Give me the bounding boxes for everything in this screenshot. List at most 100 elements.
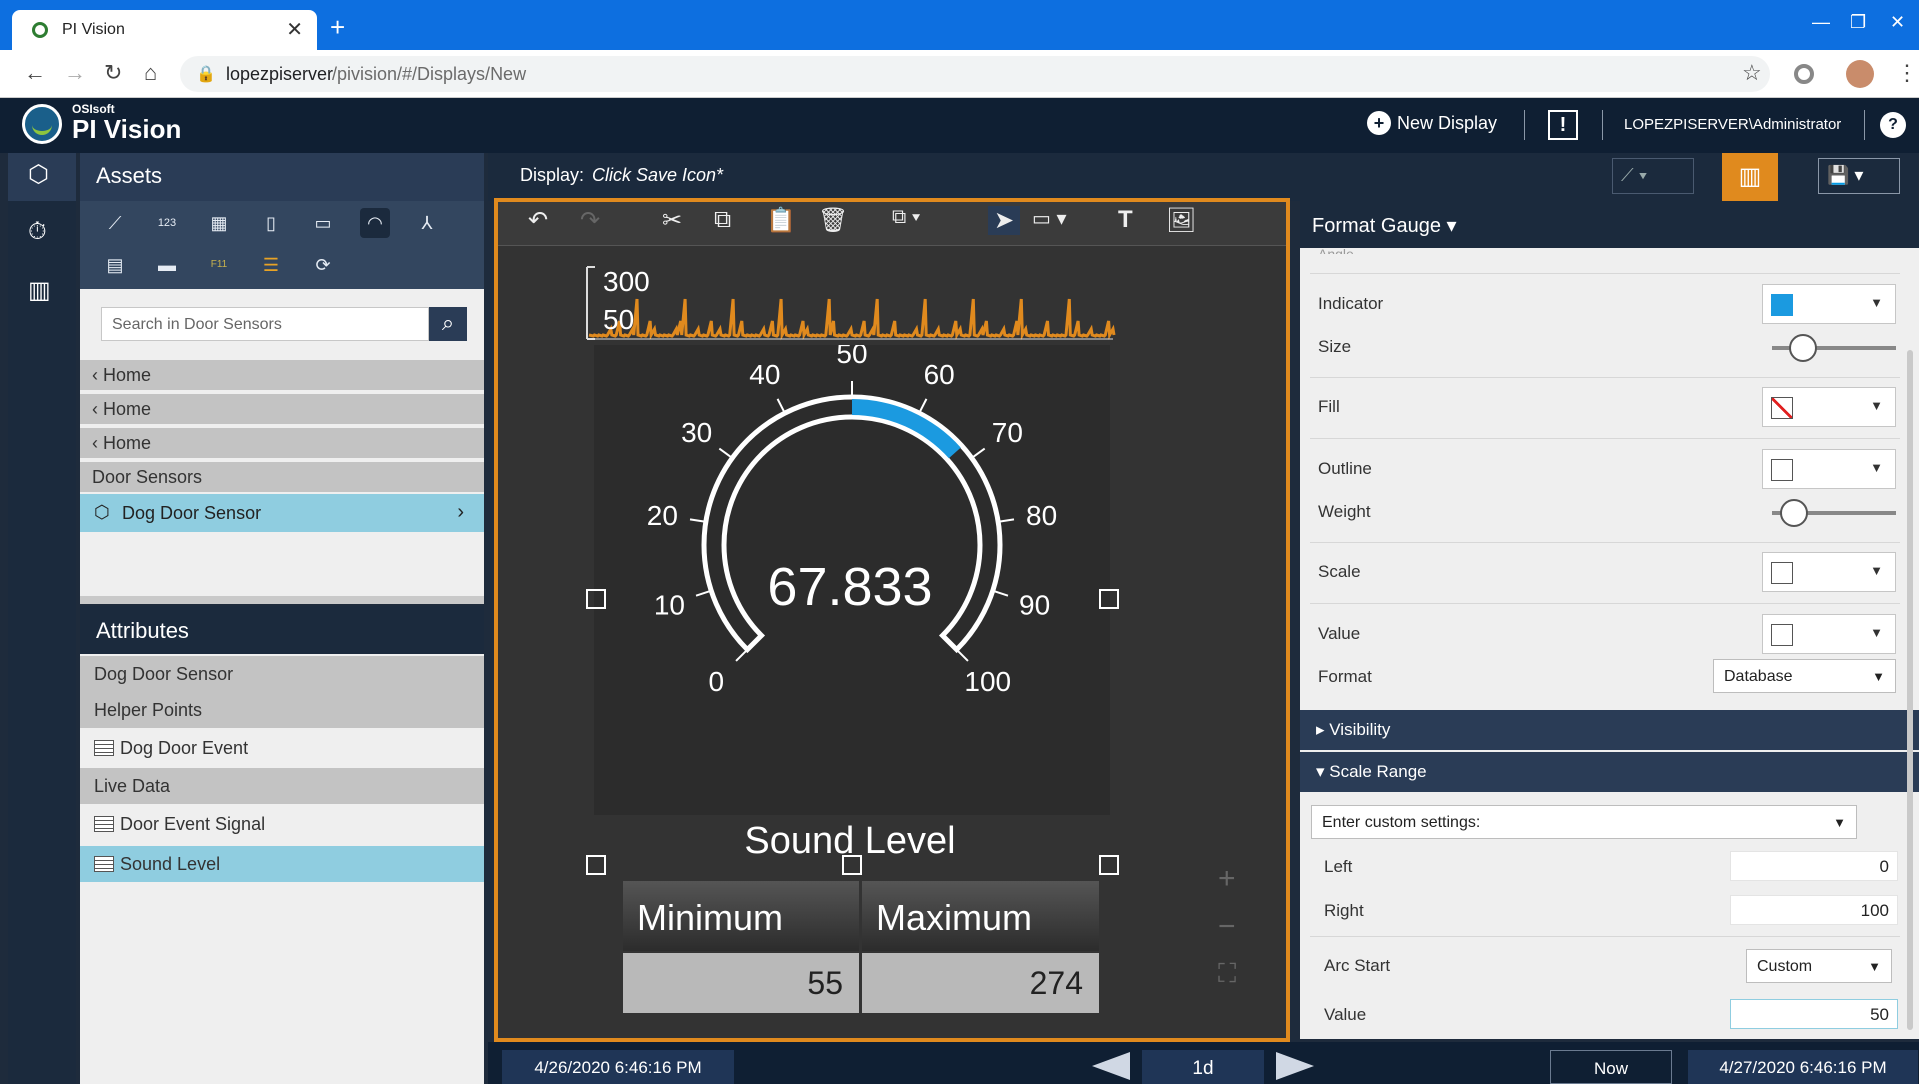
vertical-gauge-icon[interactable]: ▯ [256,208,286,238]
scale-range-select[interactable]: Enter custom settings: ▼ [1311,805,1857,839]
search-icon[interactable]: ⌕ [429,307,467,341]
multistate-icon[interactable]: ▬ [152,250,182,280]
chevron-right-icon[interactable]: › [457,501,464,524]
cut-icon[interactable]: ✂ [662,206,682,235]
fit-screen-icon[interactable]: ⛶ [1218,958,1236,990]
xy-plot-icon[interactable]: ⅄ [412,208,442,238]
right-input[interactable]: 100 [1730,895,1898,925]
radial-gauge-icon[interactable]: ◠ [360,208,390,238]
minimize-icon[interactable]: — [1812,12,1830,33]
nav-home-2[interactable]: ‹ Home [80,394,484,426]
editor-toggle-icon[interactable]: ▥ [1722,153,1778,201]
resize-handle[interactable] [586,855,606,875]
attr-sound-level[interactable]: Sound Level [80,846,484,882]
zoom-out-icon[interactable]: − [1218,910,1236,944]
value-color-picker[interactable]: ▼ [1762,614,1896,654]
table-header-minimum[interactable]: Minimum [623,881,859,951]
asset-dog-door-sensor[interactable]: ⬡ Dog Door Sensor › [80,494,484,532]
arc-start-select[interactable]: Custom ▼ [1746,949,1892,983]
browser-tab[interactable]: PI Vision ✕ [12,10,317,50]
resize-handle[interactable] [586,589,606,609]
back-icon[interactable]: ← [24,60,46,86]
asset-search-input[interactable]: Search in Door Sensors [101,307,429,341]
scale-range-section[interactable]: ▾ Scale Range [1300,752,1919,792]
bookmark-star-icon[interactable]: ☆ [1742,60,1762,86]
home-icon[interactable]: ⌂ [144,60,157,86]
chevron-down-icon: ▼ [1833,815,1846,830]
event-alert-icon[interactable]: ! [1548,110,1578,140]
table-header-maximum[interactable]: Maximum [862,881,1099,951]
resize-handle[interactable] [1099,589,1119,609]
format-panel-header[interactable]: Format Gauge ▾ [1300,201,1919,248]
new-tab-button[interactable]: + [330,12,345,43]
close-tab-icon[interactable]: ✕ [286,17,303,42]
paste-icon[interactable]: 📋 [766,206,796,235]
copy-icon[interactable]: ⧉ [714,206,731,234]
cube-icon[interactable]: ⬡ [28,160,49,189]
display-name[interactable]: Click Save Icon* [592,165,723,186]
zoom-in-icon[interactable]: + [1218,862,1236,896]
left-input[interactable]: 0 [1730,851,1898,881]
trend-dropdown[interactable]: ⟋ ▾ [1612,158,1694,194]
profile-avatar[interactable] [1846,60,1874,88]
delete-icon[interactable]: 🗑 [818,206,848,235]
no-fill-icon [1771,397,1793,419]
resize-handle[interactable] [842,855,862,875]
scale-color-picker[interactable]: ▼ [1762,552,1896,592]
library-icon[interactable]: ▥ [28,276,51,305]
shape-dropdown[interactable]: ▭ ▾ [1032,206,1067,231]
refresh-icon[interactable]: ⟳ [308,250,338,280]
time-forward-arrow-icon[interactable] [1276,1052,1314,1080]
asset-comparison-icon[interactable]: ▤ [100,250,130,280]
osisoft-logo-icon[interactable] [22,104,62,144]
attr-door-event-signal[interactable]: Door Event Signal [80,806,484,842]
attr-group-helper-points[interactable]: Helper Points [80,692,484,728]
browser-menu-icon[interactable]: ⋮ [1896,60,1918,86]
format-select[interactable]: Database ▼ [1713,659,1896,693]
splitter[interactable] [80,596,484,604]
gauge-tick-label: 0 [708,666,724,697]
outline-color-picker[interactable]: ▼ [1762,449,1896,489]
forward-icon[interactable]: → [64,60,86,86]
duration-input[interactable]: 1d [1142,1050,1264,1084]
color-bars-icon[interactable]: ☰ [256,250,286,280]
user-name[interactable]: LOPEZPISERVER\Administrator [1624,116,1841,133]
arc-value-input[interactable]: 50 [1730,999,1898,1029]
undo-icon[interactable]: ↶ [528,206,548,235]
help-icon[interactable]: ? [1880,112,1906,138]
time-back-arrow-icon[interactable] [1092,1052,1130,1080]
now-button[interactable]: Now [1550,1050,1672,1084]
new-display-button[interactable]: + New Display [1367,111,1497,139]
image-tool-icon[interactable]: 🖼 [1166,206,1196,235]
event-clock-icon[interactable]: ⏱ [28,218,47,246]
select-arrow-icon[interactable]: ➤ [988,206,1021,235]
arrange-dropdown[interactable]: ⧉ ▾ [892,206,920,229]
value-symbol-icon[interactable]: 123 [152,208,182,238]
nav-home-3[interactable]: ‹ Home [80,428,484,460]
start-time-input[interactable]: 4/26/2020 6:46:16 PM [502,1050,734,1084]
attr-group-dog-door-sensor[interactable]: Dog Door Sensor [80,656,484,692]
reload-icon[interactable]: ↻ [104,60,122,86]
end-time-input[interactable]: 4/27/2020 6:46:16 PM [1688,1050,1918,1084]
bar-chart-icon[interactable]: F11 [204,250,234,280]
attr-dog-door-event[interactable]: Dog Door Event [80,730,484,766]
fill-color-picker[interactable]: ▼ [1762,387,1896,427]
table-symbol-icon[interactable]: ▦ [204,208,234,238]
restore-icon[interactable]: ❐ [1850,12,1866,33]
nav-home-1[interactable]: ‹ Home [80,360,484,392]
horizontal-gauge-icon[interactable]: ▭ [308,208,338,238]
visibility-section[interactable]: ▸ Visibility [1300,710,1919,750]
attr-group-live-data[interactable]: Live Data [80,768,484,804]
extension-icon[interactable] [1794,64,1814,84]
redo-icon[interactable]: ↷ [580,206,600,235]
trend-symbol-icon[interactable]: ⟋ [100,208,130,238]
indicator-color-picker[interactable]: ▼ [1762,284,1896,324]
gauge-tick-label: 20 [647,500,678,531]
trend-sparkline[interactable] [585,263,1117,341]
close-window-icon[interactable]: ✕ [1890,12,1905,33]
resize-handle[interactable] [1099,855,1119,875]
format-panel-scrollbar[interactable] [1907,350,1913,1030]
text-tool-icon[interactable]: T [1118,206,1133,234]
size-slider-knob[interactable] [1789,334,1817,362]
save-button[interactable]: 💾 ▾ [1818,158,1900,194]
